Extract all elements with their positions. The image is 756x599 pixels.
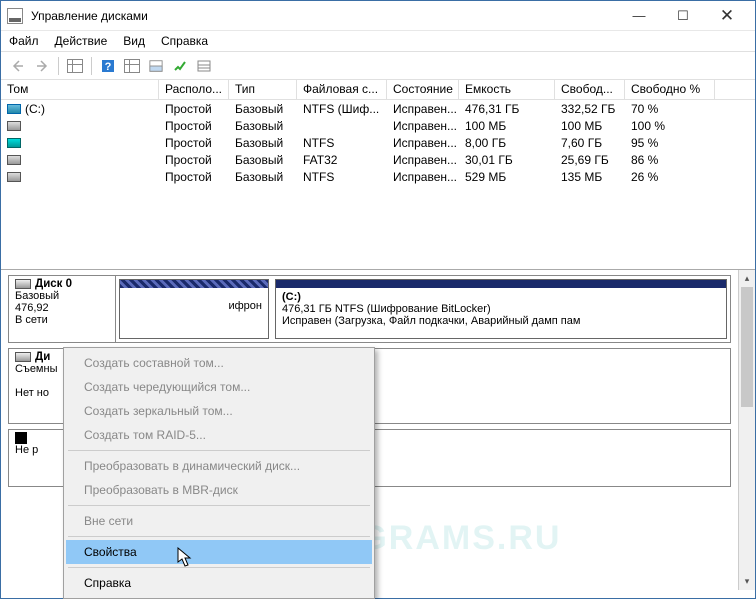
menu-file[interactable]: Файл bbox=[9, 34, 39, 48]
col-status[interactable]: Состояние bbox=[387, 80, 459, 99]
disk-0-label: Диск 0 Базовый 476,92 В сети bbox=[9, 276, 116, 342]
scroll-up-icon[interactable]: ▴ bbox=[739, 270, 755, 287]
menu-action[interactable]: Действие bbox=[55, 34, 108, 48]
vertical-scrollbar[interactable]: ▴ ▾ bbox=[738, 270, 755, 590]
disk-0-partition-1[interactable]: ифрон bbox=[119, 279, 269, 339]
help-button[interactable]: ? bbox=[97, 55, 119, 77]
volume-icon bbox=[7, 138, 21, 148]
menu-spanned-volume[interactable]: Создать составной том... bbox=[66, 351, 372, 375]
minimize-button[interactable]: — bbox=[617, 1, 661, 31]
disk-icon bbox=[15, 352, 31, 362]
col-type[interactable]: Тип bbox=[229, 80, 297, 99]
col-filesystem[interactable]: Файловая с... bbox=[297, 80, 387, 99]
menu-convert-dynamic[interactable]: Преобразовать в динамический диск... bbox=[66, 454, 372, 478]
disk-icon bbox=[15, 279, 31, 289]
volume-header: Том Располо... Тип Файловая с... Состоян… bbox=[1, 80, 755, 100]
toolbar: ? bbox=[1, 52, 755, 80]
disk-0-partition-2[interactable]: (C:) 476,31 ГБ NTFS (Шифрование BitLocke… bbox=[275, 279, 727, 339]
volume-icon bbox=[7, 121, 21, 131]
show-table-button[interactable] bbox=[64, 55, 86, 77]
volume-row[interactable]: ПростойБазовыйNTFSИсправен...529 МБ135 М… bbox=[1, 168, 755, 185]
menu-raid5-volume[interactable]: Создать том RAID-5... bbox=[66, 423, 372, 447]
scroll-down-icon[interactable]: ▾ bbox=[739, 573, 755, 590]
col-percent[interactable]: Свободно % bbox=[625, 80, 715, 99]
menu-properties[interactable]: Свойства bbox=[66, 540, 372, 564]
forward-button[interactable] bbox=[31, 55, 53, 77]
volume-icon bbox=[7, 104, 21, 114]
settings-button[interactable] bbox=[169, 55, 191, 77]
col-capacity[interactable]: Емкость bbox=[459, 80, 555, 99]
col-free[interactable]: Свобод... bbox=[555, 80, 625, 99]
scroll-thumb[interactable] bbox=[741, 287, 753, 407]
volume-row[interactable]: ПростойБазовыйNTFSИсправен...8,00 ГБ7,60… bbox=[1, 134, 755, 151]
disk-offline-icon bbox=[15, 432, 27, 444]
svg-text:?: ? bbox=[105, 61, 112, 73]
menu-help[interactable]: Справка bbox=[161, 34, 208, 48]
back-button[interactable] bbox=[7, 55, 29, 77]
window-title: Управление дисками bbox=[31, 9, 617, 23]
context-menu: Создать составной том... Создать чередую… bbox=[63, 347, 375, 599]
menu-mirrored-volume[interactable]: Создать зеркальный том... bbox=[66, 399, 372, 423]
disk-0-row[interactable]: Диск 0 Базовый 476,92 В сети ифрон (C:) … bbox=[8, 275, 731, 343]
view-bottom-button[interactable] bbox=[145, 55, 167, 77]
titlebar: Управление дисками — ☐ ✕ bbox=[1, 1, 755, 31]
volume-row[interactable]: (C:)ПростойБазовыйNTFS (Шиф...Исправен..… bbox=[1, 100, 755, 117]
menu-help[interactable]: Справка bbox=[66, 571, 372, 595]
menu-convert-mbr[interactable]: Преобразовать в MBR-диск bbox=[66, 478, 372, 502]
view-top-button[interactable] bbox=[121, 55, 143, 77]
volume-icon bbox=[7, 172, 21, 182]
volume-row[interactable]: ПростойБазовыйИсправен...100 МБ100 МБ100… bbox=[1, 117, 755, 134]
maximize-button[interactable]: ☐ bbox=[661, 1, 705, 31]
volume-list: Том Располо... Тип Файловая с... Состоян… bbox=[1, 80, 755, 270]
menubar: Файл Действие Вид Справка bbox=[1, 31, 755, 52]
menu-striped-volume[interactable]: Создать чередующийся том... bbox=[66, 375, 372, 399]
close-button[interactable]: ✕ bbox=[705, 1, 749, 31]
menu-offline[interactable]: Вне сети bbox=[66, 509, 372, 533]
col-volume[interactable]: Том bbox=[1, 80, 159, 99]
list-button[interactable] bbox=[193, 55, 215, 77]
volume-icon bbox=[7, 155, 21, 165]
menu-view[interactable]: Вид bbox=[123, 34, 145, 48]
app-icon bbox=[7, 8, 23, 24]
col-layout[interactable]: Располо... bbox=[159, 80, 229, 99]
volume-row[interactable]: ПростойБазовыйFAT32Исправен...30,01 ГБ25… bbox=[1, 151, 755, 168]
